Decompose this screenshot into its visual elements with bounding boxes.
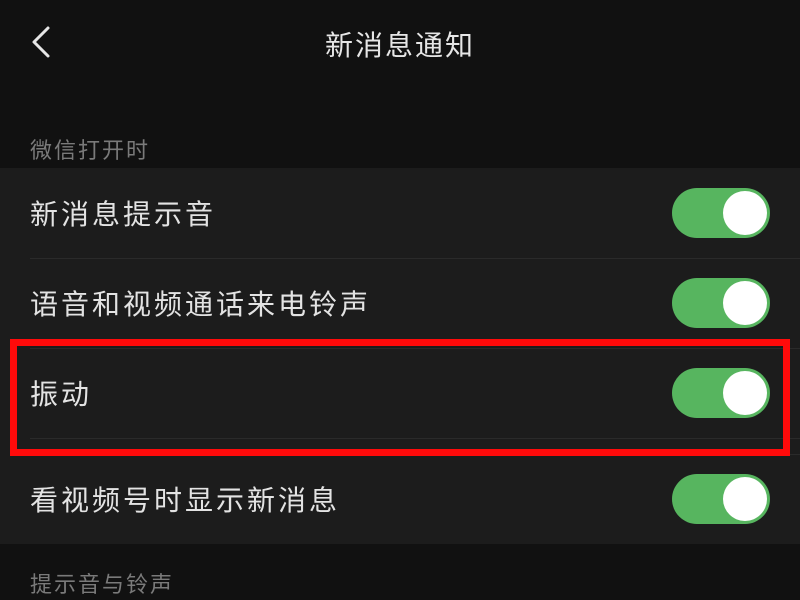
row-spacer: [0, 438, 800, 454]
setting-label: 新消息提示音: [30, 198, 217, 231]
toggle-knob: [723, 191, 767, 235]
section-label-sounds-ringtones: 提示音与铃声: [30, 573, 175, 598]
page-title: 新消息通知: [324, 29, 475, 62]
toggle-knob: [723, 477, 767, 521]
setting-label: 看视频号时显示新消息: [30, 484, 341, 517]
settings-group-when-open: 新消息提示音 语音和视频通话来电铃声 振动 看视频号时显示新消息: [0, 168, 800, 544]
setting-label: 语音和视频通话来电铃声: [30, 288, 372, 321]
setting-row-channels-new-message: 看视频号时显示新消息: [0, 454, 800, 544]
setting-label: 振动: [30, 378, 93, 411]
toggle-call-ringtone[interactable]: [672, 278, 770, 328]
toggle-vibration[interactable]: [672, 368, 770, 418]
setting-row-new-message-sound: 新消息提示音: [0, 168, 800, 258]
toggle-knob: [723, 281, 767, 325]
toggle-channels-new-message[interactable]: [672, 474, 770, 524]
setting-row-vibration: 振动: [0, 348, 800, 438]
toggle-new-message-sound[interactable]: [672, 188, 770, 238]
toggle-knob: [723, 371, 767, 415]
setting-row-call-ringtone: 语音和视频通话来电铃声: [0, 258, 800, 348]
notification-settings-screen: 新消息通知 微信打开时 新消息提示音 语音和视频通话来电铃声 振动 看视频号时显…: [0, 0, 800, 600]
section-label-when-open: 微信打开时: [30, 139, 151, 164]
nav-bar: 新消息通知: [0, 0, 800, 90]
